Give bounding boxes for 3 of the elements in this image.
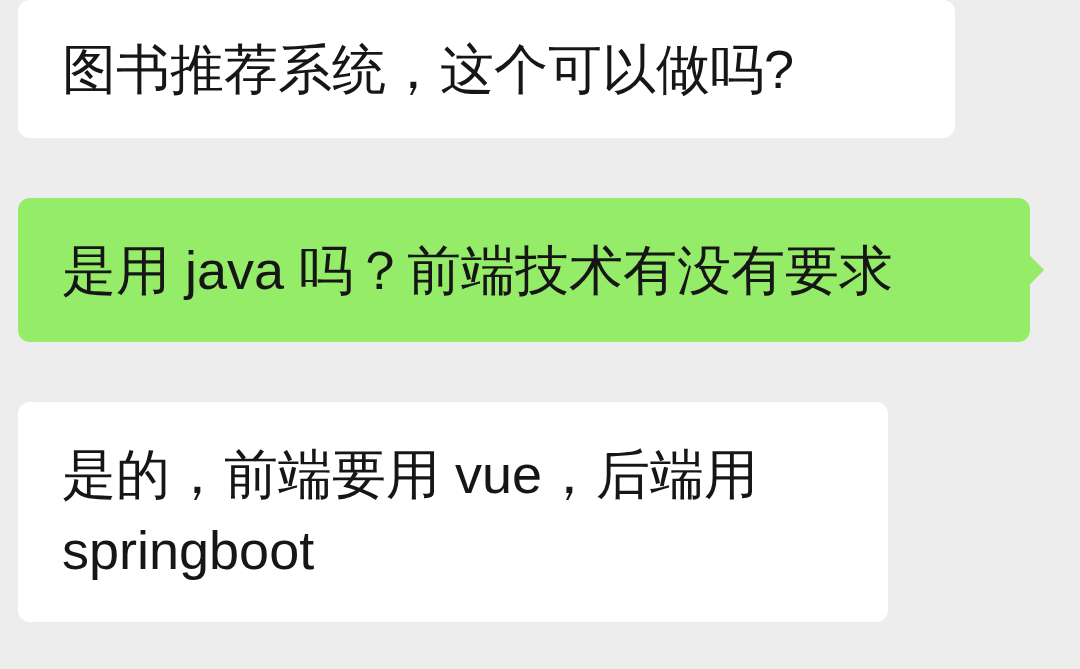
message-text: 是的，前端要用 vue，后端用 springboot — [62, 443, 760, 582]
message-text: 是用 java 吗？前端技术有没有要求 — [62, 239, 894, 302]
message-text: 图书推荐系统，这个可以做吗? — [62, 38, 795, 101]
